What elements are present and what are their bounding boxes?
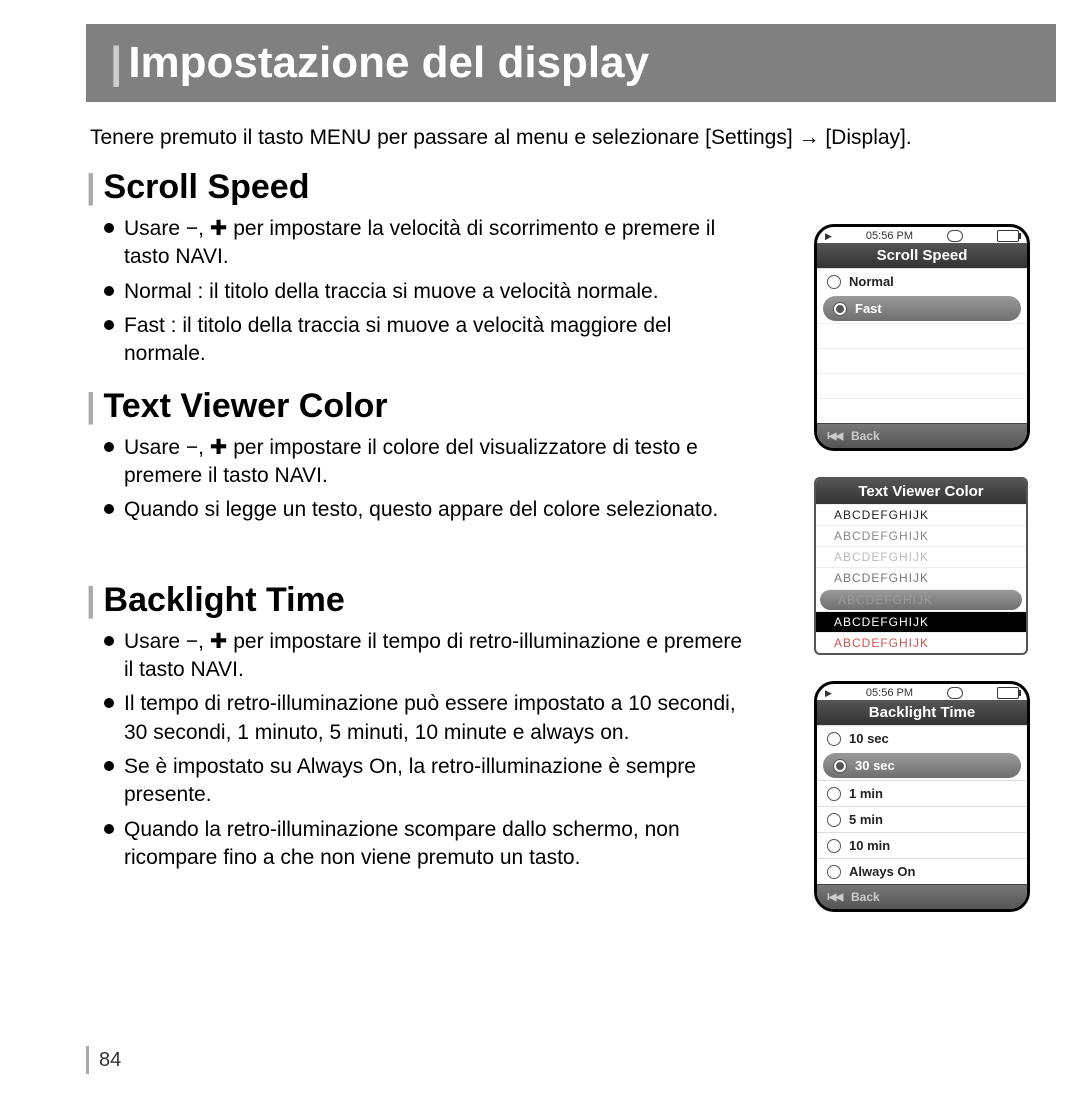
menu-option-label: Normal	[849, 274, 894, 289]
color-option-sample: ABCDEFGHIJK	[834, 615, 929, 629]
radio-icon	[833, 759, 847, 773]
color-option-sample: ABCDEFGHIJK	[834, 529, 929, 543]
radio-icon	[827, 839, 841, 853]
device-menu-title: Backlight Time	[817, 700, 1027, 725]
menu-option[interactable]: Normal	[817, 268, 1027, 294]
title-pipe-icon: |	[110, 38, 122, 87]
heading-pipe-icon: |	[86, 581, 96, 619]
radio-icon	[827, 275, 841, 289]
menu-option-label: 10 sec	[849, 731, 889, 746]
page-title: |Impostazione del display	[86, 24, 1056, 102]
menu-option[interactable]: 10 min	[817, 832, 1027, 858]
color-option[interactable]: ABCDEFGHIJK	[820, 589, 1022, 610]
radio-icon	[827, 813, 841, 827]
play-icon: ▶	[825, 688, 832, 699]
radio-icon	[827, 865, 841, 879]
bullet-item: Il tempo di retro-illuminazione può esse…	[104, 690, 744, 747]
device-screenshot-text-viewer-color: Text Viewer Color ABCDEFGHIJK ABCDEFGHIJK…	[814, 477, 1028, 655]
color-option[interactable]: ABCDEFGHIJK	[816, 525, 1026, 546]
menu-option[interactable]: Fast	[823, 296, 1021, 321]
bullet-item: Se è impostato su Always On, la retro-il…	[104, 753, 744, 810]
bullet-dot-icon	[104, 504, 114, 514]
bullet-dot-icon	[104, 320, 114, 330]
bullet-item: Quando la retro-illuminazione scompare d…	[104, 816, 744, 873]
device-time: 05:56 PM	[866, 687, 913, 699]
heading-pipe-icon: |	[86, 168, 96, 206]
device-status-bar: ▶ 05:56 PM	[817, 684, 1027, 700]
color-option[interactable]: ABCDEFGHIJK	[816, 632, 1026, 653]
menu-option[interactable]: 5 min	[817, 806, 1027, 832]
color-option[interactable]: ABCDEFGHIJK	[816, 611, 1026, 632]
back-icon: I◀◀	[827, 431, 845, 442]
color-option-sample: ABCDEFGHIJK	[834, 550, 929, 564]
heading-pipe-icon: |	[86, 387, 96, 425]
loop-icon	[947, 230, 963, 242]
section-heading-scroll-speed: |Scroll Speed	[86, 168, 1056, 207]
bullet-item: Fast : il titolo della traccia si muove …	[104, 312, 744, 369]
device-time: 05:56 PM	[866, 230, 913, 242]
color-option-sample: ABCDEFGHIJK	[834, 636, 929, 650]
device-screenshot-scroll-speed: ▶ 05:56 PM Scroll Speed Normal Fast I◀◀Ba…	[814, 224, 1030, 451]
device-back-button[interactable]: I◀◀Back	[817, 423, 1027, 448]
color-option[interactable]: ABCDEFGHIJK	[816, 546, 1026, 567]
device-status-bar: ▶ 05:56 PM	[817, 227, 1027, 243]
battery-icon	[997, 230, 1019, 242]
page-number-bar-icon	[86, 1046, 89, 1074]
bullet-item: Usare −, ✚ per impostare il colore del v…	[104, 434, 744, 491]
menu-option-label: 10 min	[849, 838, 890, 853]
menu-option[interactable]: Always On	[817, 858, 1027, 884]
menu-option-label: 30 sec	[855, 758, 895, 773]
bullet-dot-icon	[104, 698, 114, 708]
bullet-item: Usare −, ✚ per impostare la velocità di …	[104, 215, 744, 272]
menu-option[interactable]: 30 sec	[823, 753, 1021, 778]
bullet-dot-icon	[104, 761, 114, 771]
color-option-sample: ABCDEFGHIJK	[834, 571, 929, 585]
radio-icon	[833, 302, 847, 316]
play-icon: ▶	[825, 231, 832, 242]
loop-icon	[947, 687, 963, 699]
back-icon: I◀◀	[827, 892, 845, 903]
bullet-item: Quando si legge un testo, questo appare …	[104, 496, 744, 524]
radio-icon	[827, 787, 841, 801]
device-menu-title: Scroll Speed	[817, 243, 1027, 268]
color-option[interactable]: ABCDEFGHIJK	[816, 504, 1026, 525]
bullet-item: Normal : il titolo della traccia si muov…	[104, 278, 744, 306]
bullet-item: Usare −, ✚ per impostare il tempo di ret…	[104, 628, 744, 685]
menu-option[interactable]: 1 min	[817, 780, 1027, 806]
title-text: Impostazione del display	[128, 38, 649, 87]
bullet-dot-icon	[104, 286, 114, 296]
device-back-button[interactable]: I◀◀Back	[817, 884, 1027, 909]
menu-option-label: Fast	[855, 301, 882, 316]
bullet-dot-icon	[104, 223, 114, 233]
menu-option-label: Always On	[849, 864, 915, 879]
device-screenshot-backlight-time: ▶ 05:56 PM Backlight Time 10 sec 30 sec 1 …	[814, 681, 1030, 912]
page-number: 84	[86, 1046, 121, 1074]
menu-option[interactable]: 10 sec	[817, 725, 1027, 751]
bullet-dot-icon	[104, 636, 114, 646]
menu-option-label: 1 min	[849, 786, 883, 801]
color-option[interactable]: ABCDEFGHIJK	[816, 567, 1026, 588]
battery-icon	[997, 687, 1019, 699]
intro-text: Tenere premuto il tasto MENU per passare…	[90, 126, 1056, 150]
color-option-sample: ABCDEFGHIJK	[838, 593, 933, 607]
bullet-dot-icon	[104, 824, 114, 834]
menu-option-label: 5 min	[849, 812, 883, 827]
bullet-dot-icon	[104, 442, 114, 452]
device-menu-title: Text Viewer Color	[816, 479, 1026, 504]
color-option-sample: ABCDEFGHIJK	[834, 508, 929, 522]
radio-icon	[827, 732, 841, 746]
